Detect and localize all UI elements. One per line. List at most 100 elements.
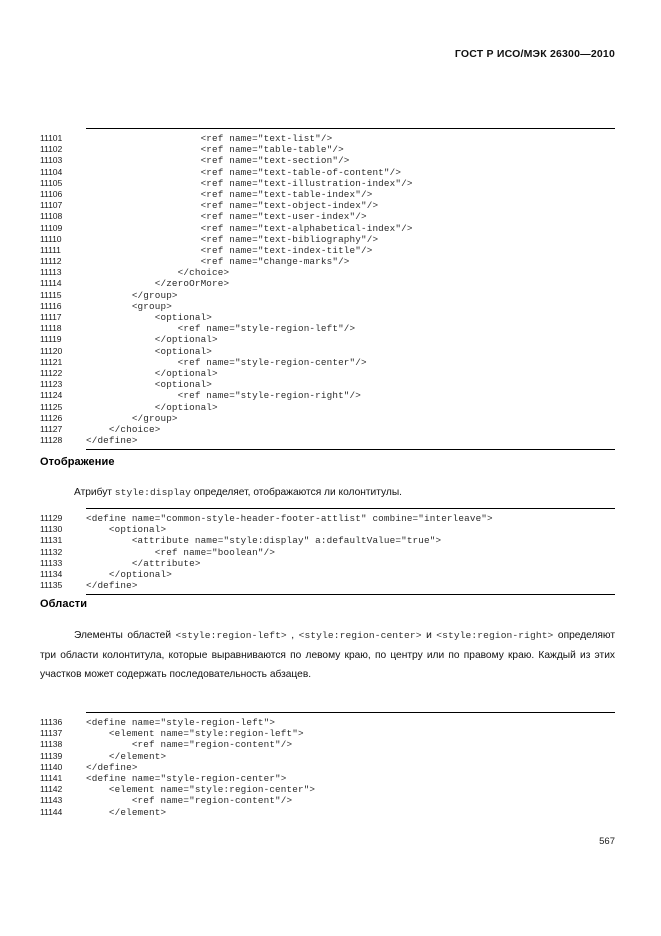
code-line: 11126 </group> [40, 413, 615, 424]
code-line: 11123 <optional> [40, 379, 615, 390]
code-line-number: 11133 [40, 557, 63, 568]
code-line-number: 11128 [40, 435, 63, 446]
code-line-source: </zeroOrMore> [86, 278, 230, 290]
code-line-source: </define> [86, 580, 138, 592]
code-listing-style-region-definitions: 11136 <define name="style-region-left"> 11… [40, 712, 615, 821]
code-line-number: 11138 [40, 739, 63, 750]
code-line-number: 11111 [40, 244, 61, 255]
code-line: 11143 <ref name="region-content"/> [40, 795, 615, 806]
code-line-number: 11137 [40, 728, 63, 739]
code-line: 11107 <ref name="text-object-index"/> [40, 200, 615, 211]
document-page: ГОСТ Р ИСО/МЭК 26300—2010 11101 <ref nam… [0, 0, 661, 936]
code-line-number: 11112 [40, 256, 62, 267]
code-line-number: 11129 [40, 513, 63, 523]
paragraph-text-part: , [286, 630, 299, 641]
code-line-source: <ref name="style-region-right"/> [86, 390, 361, 402]
code-line: 11137 <element name="style:region-left"> [40, 728, 615, 740]
code-line: 11142 <element name="style:region-center… [40, 784, 615, 796]
code-line-source: <element name="style:region-left"> [86, 728, 304, 740]
code-listing-common-style-header-footer-attlist: 11129 <define name="common-style-header-f… [40, 508, 615, 596]
code-line: 11101 <ref name="text-list"/> [40, 133, 615, 144]
code-line: 11141 <define name="style-region-center"> [40, 773, 615, 784]
code-line: 11138 <ref name="region-content"/> [40, 739, 615, 751]
code-line-source: <ref name="text-table-index"/> [86, 188, 373, 200]
code-line-number: 11124 [40, 390, 63, 401]
code-line-source: <ref name="change-marks"/> [86, 256, 350, 268]
running-header: ГОСТ Р ИСО/МЭК 26300—2010 [454, 48, 615, 60]
code-line-source: <ref name="text-illustration-index"/> [86, 177, 413, 189]
code-line: 11127 </choice> [40, 423, 615, 435]
code-line-source: </group> [86, 289, 178, 301]
code-line-source: <element name="style:region-center"> [86, 784, 316, 796]
code-line-source: <optional> [86, 345, 213, 357]
code-line-number: 11116 [40, 300, 62, 311]
code-line: 11133 </attribute> [40, 557, 615, 569]
code-line-source: <optional> [86, 312, 213, 323]
code-line: 11112 <ref name="change-marks"/> [40, 256, 615, 268]
code-line-number: 11123 [40, 379, 63, 390]
page-number: 567 [599, 836, 615, 847]
code-line-source: <ref name="table-table"/> [86, 144, 344, 156]
code-line: 11120 <optional> [40, 345, 615, 357]
code-line-source: <define name="style-region-left"> [86, 717, 276, 728]
code-line-number: 11119 [40, 334, 62, 345]
code-line: 11128 </define> [40, 435, 615, 447]
code-line: 11110 <ref name="text-bibliography"/> [40, 233, 615, 245]
code-line-source: </choice> [86, 267, 230, 279]
code-line-source: </define> [86, 435, 138, 447]
code-line: 11105 <ref name="text-illustration-index… [40, 177, 615, 189]
code-line-source: <attribute name="style:display" a:defaul… [86, 535, 442, 547]
code-line-number: 11106 [40, 188, 63, 199]
inline-code-style-display: style:display [114, 487, 191, 498]
code-line-source: <ref name="region-content"/> [86, 739, 293, 751]
section-heading-regions: Области [40, 598, 88, 610]
code-line-source: </optional> [86, 334, 218, 346]
code-line-number: 11114 [40, 278, 62, 289]
code-line: 11104 <ref name="text-table-of-content"/… [40, 167, 615, 178]
code-line: 11113 </choice> [40, 267, 615, 279]
code-line: 11119 </optional> [40, 334, 615, 346]
code-line: 11106 <ref name="text-table-index"/> [40, 188, 615, 200]
code-line: 11131 <attribute name="style:display" a:… [40, 535, 615, 547]
code-line-number: 11131 [40, 535, 63, 546]
code-line-number: 11113 [40, 267, 62, 278]
paragraph-text-part: Элементы областей [74, 630, 176, 641]
code-line-number: 11136 [40, 717, 63, 727]
listing-frame: 11136 <define name="style-region-left"> 11… [40, 712, 615, 821]
code-line-number: 11132 [40, 546, 63, 557]
inline-code-style-region-center: <style:region-center> [298, 630, 422, 641]
code-line-source: </attribute> [86, 557, 201, 569]
code-line-source: <ref name="text-bibliography"/> [86, 233, 379, 245]
code-line: 11135 </define> [40, 580, 615, 592]
code-line-number: 11120 [40, 345, 63, 356]
code-line-source: </element> [86, 806, 167, 818]
code-line-number: 11104 [40, 166, 63, 177]
listing-frame: 11101 <ref name="text-list"/> 11102 <ref … [40, 128, 615, 451]
code-line-source: </element> [86, 750, 167, 762]
code-lines: 11136 <define name="style-region-left"> 11… [40, 717, 615, 818]
code-line-number: 11115 [40, 289, 62, 300]
code-line-number: 11101 [40, 133, 63, 143]
code-line-source: </optional> [86, 367, 218, 379]
inline-code-style-region-right: <style:region-right> [436, 630, 554, 641]
code-line-number: 11107 [40, 200, 63, 211]
code-line: 11103 <ref name="text-section"/> [40, 155, 615, 166]
code-line: 11116 <group> [40, 300, 615, 312]
code-line-number: 11126 [40, 412, 63, 423]
code-line-source: <ref name="text-alphabetical-index"/> [86, 222, 413, 234]
code-line-source: </choice> [86, 423, 161, 435]
code-line-number: 11140 [40, 761, 63, 772]
code-line-source: </define> [86, 761, 138, 773]
code-line: 11124 <ref name="style-region-right"/> [40, 390, 615, 402]
paragraph-text-part: Атрибут [74, 487, 115, 498]
code-line: 11115 </group> [40, 289, 615, 301]
code-line-source: <ref name="boolean"/> [86, 546, 276, 558]
code-line-source: </optional> [86, 401, 218, 413]
code-line: 11129 <define name="common-style-header-f… [40, 513, 615, 524]
code-line-number: 11134 [40, 568, 63, 579]
code-line: 11134 </optional> [40, 569, 615, 580]
code-line-number: 11102 [40, 144, 63, 155]
code-lines: 11129 <define name="common-style-header-f… [40, 513, 615, 592]
code-line-source: <group> [86, 300, 172, 312]
code-line-number: 11142 [40, 784, 63, 795]
